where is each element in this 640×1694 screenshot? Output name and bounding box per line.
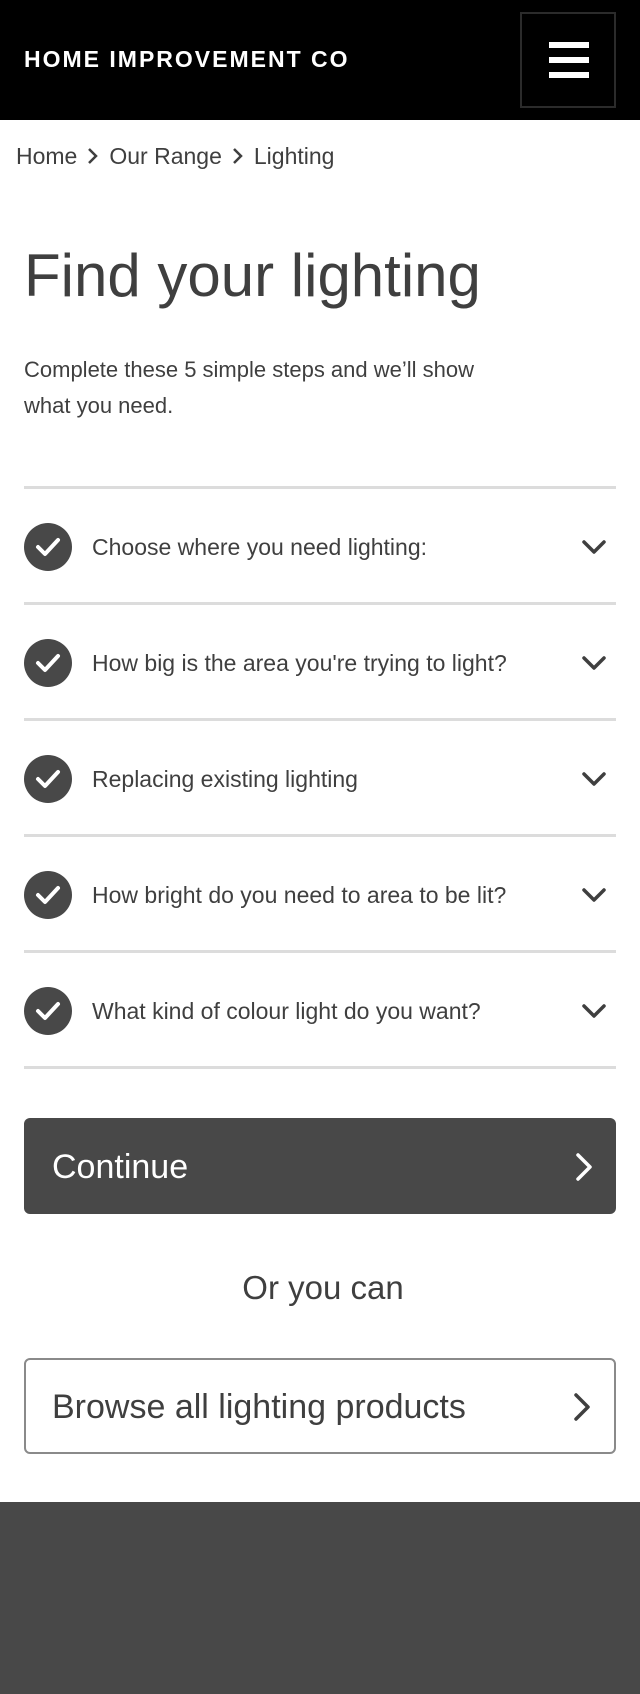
continue-button[interactable]: Continue: [24, 1118, 616, 1214]
chevron-down-icon: [580, 765, 608, 793]
chevron-down-icon: [580, 533, 608, 561]
check-circle-icon: [24, 523, 72, 571]
breadcrumb: Home Our Range Lighting: [16, 140, 334, 172]
chevron-down-icon: [580, 881, 608, 909]
steps-accordion: Choose where you need lighting: How big …: [24, 486, 616, 1069]
chevron-down-icon: [580, 997, 608, 1025]
check-circle-icon: [24, 987, 72, 1035]
brand-logo-text[interactable]: HOME IMPROVEMENT CO: [24, 45, 350, 73]
chevron-right-icon: [222, 147, 254, 165]
site-header: HOME IMPROVEMENT CO: [0, 0, 640, 120]
browse-all-lighting-button[interactable]: Browse all lighting products: [24, 1358, 616, 1454]
step-replacing-existing[interactable]: Replacing existing lighting: [24, 721, 616, 837]
page-title: Find your lighting: [24, 242, 481, 309]
step-brightness[interactable]: How bright do you need to area to be lit…: [24, 837, 616, 953]
breadcrumb-our-range[interactable]: Our Range: [109, 143, 222, 170]
chevron-right-icon: [572, 1392, 592, 1427]
step-label: Replacing existing lighting: [92, 766, 358, 792]
step-label: How big is the area you're trying to lig…: [92, 650, 507, 676]
chevron-down-icon: [580, 649, 608, 677]
step-where-lighting[interactable]: Choose where you need lighting:: [24, 489, 616, 605]
continue-button-label: Continue: [52, 1148, 189, 1186]
step-label: How bright do you need to area to be lit…: [92, 882, 507, 908]
intro-text: Complete these 5 simple steps and we’ll …: [24, 357, 475, 418]
breadcrumb-home[interactable]: Home: [16, 143, 77, 170]
step-area-size[interactable]: How big is the area you're trying to lig…: [24, 605, 616, 721]
menu-button[interactable]: [520, 12, 616, 108]
breadcrumb-lighting[interactable]: Lighting: [254, 143, 335, 170]
site-footer: [0, 1502, 640, 1694]
chevron-right-icon: [77, 147, 109, 165]
chevron-right-icon: [574, 1152, 594, 1187]
browse-button-label: Browse all lighting products: [52, 1388, 466, 1426]
check-circle-icon: [24, 871, 72, 919]
step-colour-light[interactable]: What kind of colour light do you want?: [24, 953, 616, 1069]
step-label: Choose where you need lighting:: [92, 534, 428, 560]
check-circle-icon: [24, 755, 72, 803]
check-circle-icon: [24, 639, 72, 687]
step-label: What kind of colour light do you want?: [92, 998, 481, 1024]
or-you-can-text: Or you can: [242, 1269, 404, 1306]
